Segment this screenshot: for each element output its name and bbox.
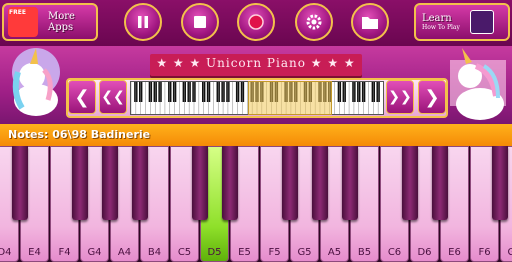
learn-label: Learn — [422, 13, 452, 24]
stop-button[interactable] — [181, 3, 219, 41]
double-chevron-left-icon: ❮❮ — [101, 89, 125, 105]
key-label: C5 — [177, 247, 192, 258]
piano-key-fsharp4[interactable] — [72, 146, 88, 220]
key-label: E4 — [28, 247, 41, 258]
key-label: F5 — [268, 247, 281, 258]
piano-key-dsharp4[interactable] — [12, 146, 28, 220]
apps-grid-icon: FREE — [8, 7, 38, 37]
pause-button[interactable] — [124, 3, 162, 41]
chevron-right-icon: ❯ — [424, 86, 440, 108]
open-folder-button[interactable] — [351, 3, 389, 41]
piano-key-fsharp5[interactable] — [282, 146, 298, 220]
unicorn-right-image — [450, 48, 506, 120]
key-label: C6 — [387, 247, 402, 258]
learn-how-to-play-button[interactable]: Learn How To Play — [414, 3, 510, 41]
free-badge: FREE — [9, 9, 26, 16]
scroll-right-button[interactable]: ❯ — [418, 80, 446, 114]
more-apps-label: More — [48, 11, 75, 22]
pause-icon — [138, 16, 148, 28]
key-label: B4 — [147, 247, 162, 258]
jump-left-button[interactable]: ❮❮ — [99, 80, 127, 114]
key-label: F4 — [58, 247, 71, 258]
key-label: G5 — [297, 247, 312, 258]
record-icon — [248, 14, 264, 30]
piano-key-gsharp5[interactable] — [312, 146, 328, 220]
unicorn-left-image — [12, 48, 60, 116]
double-chevron-right-icon: ❯❯ — [388, 89, 412, 105]
piano-key-asharp4[interactable] — [132, 146, 148, 220]
how-to-play-label: How To Play — [422, 24, 460, 31]
piano-key-dsharp6[interactable] — [432, 146, 448, 220]
chevron-left-icon: ❮ — [74, 86, 90, 108]
record-button[interactable] — [237, 3, 275, 41]
key-label: G4 — [87, 247, 102, 258]
key-label: F6 — [478, 247, 491, 258]
piano-key-csharp5[interactable] — [192, 146, 208, 220]
more-apps-label-2: Apps — [48, 22, 74, 33]
key-label: D6 — [417, 247, 432, 258]
app-title: ★ ★ ★ Unicorn Piano ★ ★ ★ — [156, 56, 356, 70]
key-label: A4 — [117, 247, 132, 258]
visible-range-selector[interactable] — [248, 81, 332, 115]
music-sheet-icon — [469, 10, 494, 34]
piano-key-gsharp4[interactable] — [102, 146, 118, 220]
key-label: B5 — [357, 247, 372, 258]
stop-icon — [194, 16, 206, 28]
more-apps-button[interactable]: FREE More Apps — [2, 3, 98, 41]
key-label: D4 — [0, 247, 12, 258]
key-label: G6 — [507, 247, 512, 258]
key-label: E5 — [238, 247, 251, 258]
piano-key-dsharp5[interactable] — [222, 146, 238, 220]
key-label: D5 — [207, 247, 222, 258]
key-label: E6 — [448, 247, 461, 258]
key-label: A5 — [327, 247, 342, 258]
settings-button[interactable] — [295, 3, 333, 41]
piano-key-asharp5[interactable] — [342, 146, 358, 220]
folder-icon — [362, 17, 378, 29]
piano-key-fsharp6[interactable] — [492, 146, 508, 220]
settings-icon — [306, 14, 322, 30]
song-title: Notes: 06\98 Badinerie — [8, 128, 151, 141]
jump-right-button[interactable]: ❯❯ — [386, 80, 414, 114]
scroll-left-button[interactable]: ❮ — [68, 80, 96, 114]
piano-key-csharp6[interactable] — [402, 146, 418, 220]
